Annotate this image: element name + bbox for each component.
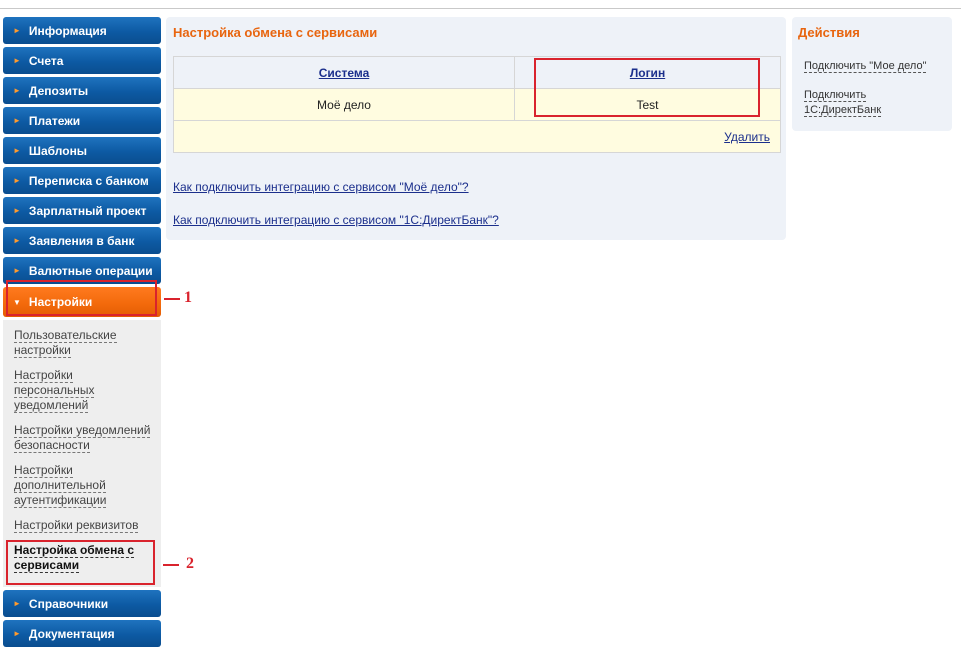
table-actions-cell: Удалить — [173, 120, 781, 153]
chevron-right-icon: ► — [13, 629, 21, 638]
highlight-settings-item — [6, 280, 157, 316]
table-actions-row: Удалить — [173, 120, 781, 153]
action-label: Подключить "Мое дело" — [804, 60, 927, 73]
delete-link[interactable]: Удалить — [724, 130, 770, 144]
submenu-personal-notifications[interactable]: Настройки персональных уведомлений — [3, 368, 161, 413]
page-title: Настройка обмена с сервисами — [173, 25, 378, 40]
sidebar-item-label: Платежи — [28, 113, 81, 128]
help-link-1c-directbank[interactable]: Как подключить интеграцию с сервисом "1С… — [173, 213, 499, 227]
chevron-right-icon: ► — [13, 266, 21, 275]
submenu-user-settings[interactable]: Пользовательские настройки — [3, 328, 161, 358]
submenu-label: Настройки реквизитов — [14, 518, 139, 533]
service-exchange-panel: Настройка обмена с сервисами Система Лог… — [166, 17, 786, 240]
top-divider — [0, 8, 961, 9]
chevron-right-icon: ► — [13, 116, 21, 125]
cell-system: Моё дело — [173, 88, 515, 121]
sidebar-item-label: Переписка с банком — [28, 173, 149, 188]
submenu-additional-authentication[interactable]: Настройки дополнительной аутентификации — [3, 463, 161, 508]
connect-1c-directbank-link[interactable]: Подключить 1С:ДиректБанк — [804, 88, 884, 118]
sidebar-item-bank-applications[interactable]: ► Заявления в банк — [3, 227, 161, 254]
sidebar-item-templates[interactable]: ► Шаблоны — [3, 137, 161, 164]
sidebar-item-deposits[interactable]: ► Депозиты — [3, 77, 161, 104]
highlight-login-column — [534, 58, 760, 117]
sidebar-item-label: Документация — [28, 626, 115, 641]
sort-system-link[interactable]: Система — [319, 66, 370, 80]
chevron-right-icon: ► — [13, 176, 21, 185]
action-label: Подключить 1С:ДиректБанк — [804, 89, 882, 117]
sidebar-item-label: Зарплатный проект — [28, 203, 147, 218]
callout-number-1: 1 — [184, 289, 192, 306]
column-header-system: Система — [173, 56, 515, 89]
highlight-service-exchange-item — [6, 540, 155, 585]
submenu-label: Настройки уведомлений безопасности — [14, 423, 151, 453]
sidebar-item-payments[interactable]: ► Платежи — [3, 107, 161, 134]
chevron-right-icon: ► — [13, 86, 21, 95]
actions-title: Действия — [798, 25, 860, 40]
chevron-right-icon: ► — [13, 599, 21, 608]
sidebar-item-info[interactable]: ► Информация — [3, 17, 161, 44]
chevron-right-icon: ► — [13, 236, 21, 245]
submenu-label: Настройки дополнительной аутентификации — [14, 463, 107, 508]
sidebar-item-label: Счета — [28, 53, 64, 68]
sidebar-item-label: Справочники — [28, 596, 109, 611]
callout-number-2: 2 — [186, 555, 194, 572]
connect-moe-delo-link[interactable]: Подключить "Мое дело" — [804, 59, 944, 74]
sidebar-item-bank-correspondence[interactable]: ► Переписка с банком — [3, 167, 161, 194]
submenu-label: Настройки персональных уведомлений — [14, 368, 95, 413]
submenu-requisites-settings[interactable]: Настройки реквизитов — [3, 518, 161, 533]
chevron-right-icon: ► — [13, 56, 21, 65]
chevron-right-icon: ► — [13, 26, 21, 35]
sidebar-item-label: Информация — [28, 23, 107, 38]
sidebar-item-documentation[interactable]: ► Документация — [3, 620, 161, 647]
sidebar-item-label: Депозиты — [28, 83, 89, 98]
chevron-right-icon: ► — [13, 146, 21, 155]
sidebar-item-label: Заявления в банк — [28, 233, 135, 248]
help-link-moe-delo[interactable]: Как подключить интеграцию с сервисом "Мо… — [173, 180, 469, 194]
submenu-security-notifications[interactable]: Настройки уведомлений безопасности — [3, 423, 161, 453]
chevron-right-icon: ► — [13, 206, 21, 215]
sidebar-item-accounts[interactable]: ► Счета — [3, 47, 161, 74]
submenu-label: Пользовательские настройки — [14, 328, 117, 358]
sidebar-item-label: Валютные операции — [28, 263, 153, 278]
callout-line-1 — [164, 298, 180, 300]
sidebar-item-directories[interactable]: ► Справочники — [3, 590, 161, 617]
callout-line-2 — [163, 564, 179, 566]
sidebar-item-label: Шаблоны — [28, 143, 88, 158]
sidebar-item-salary-project[interactable]: ► Зарплатный проект — [3, 197, 161, 224]
actions-panel: Действия Подключить "Мое дело" Подключит… — [792, 17, 952, 131]
